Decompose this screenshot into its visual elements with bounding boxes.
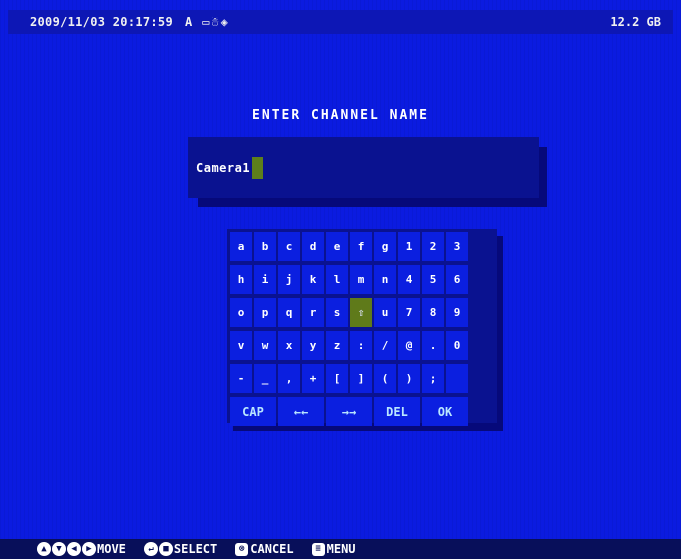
- status-icons: ▭ ☃ ◈: [202, 15, 228, 29]
- key[interactable]: 6: [446, 265, 468, 294]
- key[interactable]: x: [278, 331, 300, 360]
- key[interactable]: s: [326, 298, 348, 327]
- key[interactable]: /: [374, 331, 396, 360]
- keyboard-row: h i j k l m n 4 5 6: [230, 265, 494, 296]
- key[interactable]: n: [374, 265, 396, 294]
- key[interactable]: u: [374, 298, 396, 327]
- hint-move: ▲ ▼ ◀ ▶ MOVE: [37, 542, 126, 556]
- on-screen-keyboard: a b c d e f g 1 2 3 h i j k l m n 4 5 6 …: [227, 229, 497, 426]
- keyboard-row: - _ , + [ ] ( ) ;: [230, 364, 494, 395]
- disk-capacity: 12.2 GB: [610, 15, 661, 29]
- keyboard-row: o p q r s ⇧ u 7 8 9: [230, 298, 494, 329]
- key[interactable]: r: [302, 298, 324, 327]
- cursor-right-key[interactable]: →→: [326, 397, 372, 426]
- key[interactable]: b: [254, 232, 276, 261]
- key[interactable]: ,: [278, 364, 300, 393]
- key[interactable]: @: [398, 331, 420, 360]
- key[interactable]: l: [326, 265, 348, 294]
- hint-select: ↵ ■ SELECT: [143, 542, 218, 556]
- key[interactable]: q: [278, 298, 300, 327]
- dialog-title: ENTER CHANNEL NAME: [252, 108, 429, 123]
- key[interactable]: ): [398, 364, 420, 393]
- keyboard-row: a b c d e f g 1 2 3: [230, 232, 494, 263]
- cancel-icon: ⊗: [235, 542, 249, 556]
- cursor-left-key[interactable]: ←←: [278, 397, 324, 426]
- key[interactable]: f: [350, 232, 372, 261]
- hint-label: MOVE: [97, 542, 126, 556]
- cap-key[interactable]: CAP: [230, 397, 276, 426]
- motion-icon: ☃: [211, 15, 219, 29]
- hint-label: MENU: [326, 542, 356, 556]
- key[interactable]: j: [278, 265, 300, 294]
- key[interactable]: [: [326, 364, 348, 393]
- hint-cancel: ⊗ CANCEL: [235, 542, 294, 556]
- key[interactable]: w: [254, 331, 276, 360]
- key[interactable]: ]: [350, 364, 372, 393]
- right-arrow-icon: ▶: [82, 542, 96, 556]
- key[interactable]: p: [254, 298, 276, 327]
- key[interactable]: +: [302, 364, 324, 393]
- key[interactable]: .: [422, 331, 444, 360]
- key[interactable]: :: [350, 331, 372, 360]
- status-bar: 2009/11/03 20:17:59 A ▭ ☃ ◈ 12.2 GB: [8, 10, 673, 34]
- key[interactable]: (: [374, 364, 396, 393]
- enter-icon: ↵: [143, 542, 158, 556]
- network-icon: ◈: [220, 15, 228, 29]
- key[interactable]: 7: [398, 298, 420, 327]
- key[interactable]: 2: [422, 232, 444, 261]
- text-cursor: [252, 156, 264, 179]
- key[interactable]: d: [302, 232, 324, 261]
- hint-menu: ≡ MENU: [311, 542, 356, 556]
- control-hints-bar: ▲ ▼ ◀ ▶ MOVE ↵ ■ SELECT ⊗ CANCEL ≡ MENU: [0, 539, 681, 559]
- delete-key[interactable]: DEL: [374, 397, 420, 426]
- key[interactable]: y: [302, 331, 324, 360]
- key[interactable]: k: [302, 265, 324, 294]
- key[interactable]: -: [230, 364, 252, 393]
- key[interactable]: h: [230, 265, 252, 294]
- screen-icon: ▭: [202, 15, 210, 29]
- key[interactable]: 1: [398, 232, 420, 261]
- menu-icon: ≡: [311, 542, 325, 556]
- key[interactable]: e: [326, 232, 348, 261]
- key[interactable]: v: [230, 331, 252, 360]
- timestamp: 2009/11/03 20:17:59: [30, 15, 173, 29]
- key[interactable]: g: [374, 232, 396, 261]
- ok-key[interactable]: OK: [422, 397, 468, 426]
- shift-key-selected[interactable]: ⇧: [350, 298, 372, 327]
- key[interactable]: 0: [446, 331, 468, 360]
- mode-indicator: A: [184, 15, 193, 29]
- key[interactable]: _: [254, 364, 276, 393]
- key[interactable]: i: [254, 265, 276, 294]
- key[interactable]: 5: [422, 265, 444, 294]
- select-icon: ■: [158, 542, 173, 556]
- key[interactable]: a: [230, 232, 252, 261]
- left-arrow-icon: ◀: [67, 542, 81, 556]
- key[interactable]: c: [278, 232, 300, 261]
- channel-name-value: Camera1: [196, 160, 251, 175]
- key[interactable]: ;: [422, 364, 444, 393]
- channel-name-field[interactable]: Camera1: [188, 137, 539, 198]
- key-blank[interactable]: [446, 364, 468, 393]
- key[interactable]: z: [326, 331, 348, 360]
- keyboard-row: v w x y z : / @ . 0: [230, 331, 494, 362]
- down-arrow-icon: ▼: [52, 542, 66, 556]
- key[interactable]: 3: [446, 232, 468, 261]
- dvr-screen: 2009/11/03 20:17:59 A ▭ ☃ ◈ 12.2 GB ENTE…: [0, 0, 681, 559]
- key[interactable]: 4: [398, 265, 420, 294]
- key[interactable]: m: [350, 265, 372, 294]
- key[interactable]: 8: [422, 298, 444, 327]
- function-key-row: CAP ←← →→ DEL OK: [230, 397, 494, 428]
- up-arrow-icon: ▲: [37, 542, 51, 556]
- key[interactable]: o: [230, 298, 252, 327]
- hint-label: SELECT: [173, 542, 218, 556]
- hint-label: CANCEL: [250, 542, 294, 556]
- key[interactable]: 9: [446, 298, 468, 327]
